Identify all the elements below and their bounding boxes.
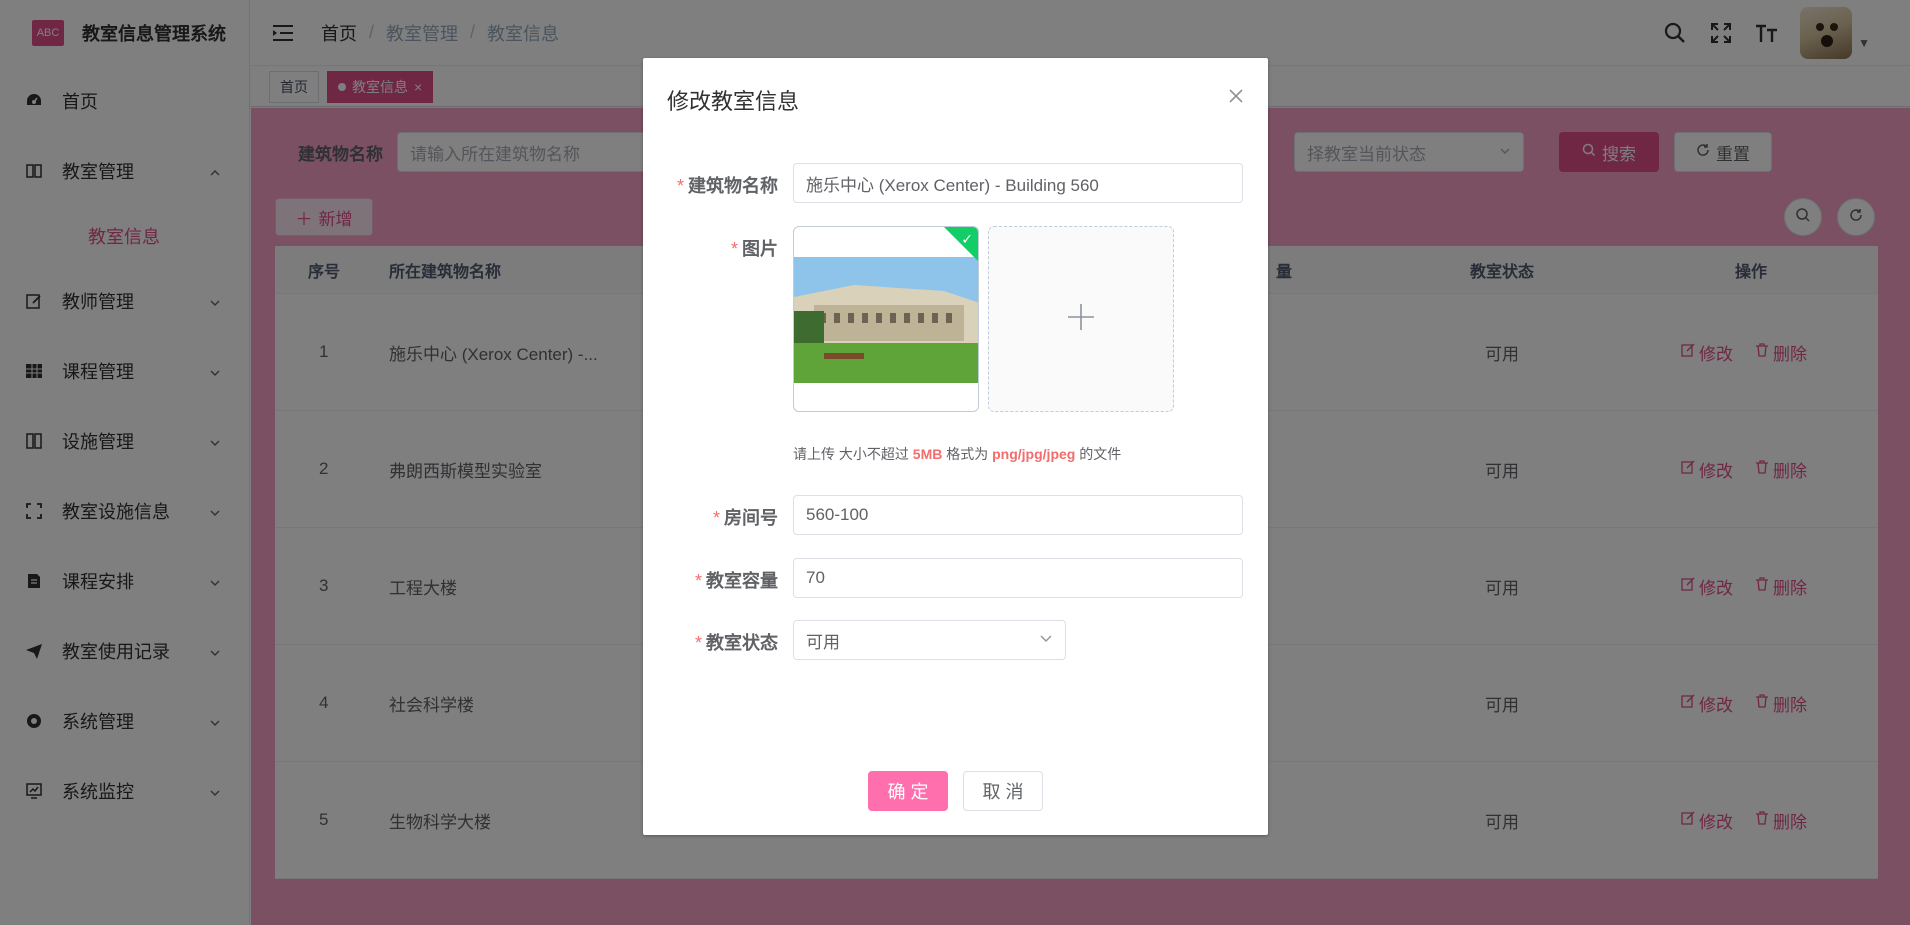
required-mark: * <box>712 508 720 528</box>
upload-tip: 请上传 大小不超过 5MB 格式为 png/jpg/jpeg 的文件 <box>793 444 1121 464</box>
building-photo <box>794 257 978 383</box>
image-label: 图片 <box>742 239 778 259</box>
form-label: * 房间号 <box>713 504 778 530</box>
upload-tip-suffix: 的文件 <box>1075 446 1122 462</box>
building-input[interactable]: 施乐中心 (Xerox Center) - Building 560 <box>793 163 1243 203</box>
form-label: * 建筑物名称 <box>677 172 778 198</box>
check-icon: ✓ <box>961 231 973 247</box>
status-select[interactable]: 可用 <box>793 620 1066 660</box>
required-mark: * <box>676 176 684 196</box>
confirm-button[interactable]: 确 定 <box>868 771 948 811</box>
room-number-input[interactable]: 560-100 <box>793 495 1243 535</box>
form-label: * 图片 <box>731 235 778 261</box>
upload-tip-prefix: 请上传 大小不超过 <box>793 446 913 462</box>
upload-add-button[interactable] <box>988 226 1174 412</box>
upload-tip-formats: png/jpg/jpeg <box>992 446 1076 462</box>
close-icon[interactable] <box>1226 86 1246 106</box>
status-value: 可用 <box>806 632 840 652</box>
capacity-label: 教室容量 <box>706 571 778 591</box>
dialog-title: 修改教室信息 <box>667 89 800 114</box>
upload-tip-mid: 格式为 <box>942 446 993 462</box>
form-label: * 教室容量 <box>695 567 778 593</box>
required-mark: * <box>694 633 702 653</box>
required-mark: * <box>694 571 702 591</box>
edit-classroom-dialog: 修改教室信息 * 建筑物名称 施乐中心 (Xerox Center) - Buil… <box>643 58 1268 835</box>
status-label: 教室状态 <box>706 633 778 653</box>
form-label: * 教室状态 <box>695 629 778 655</box>
building-label: 建筑物名称 <box>688 176 778 196</box>
uploaded-image-thumbnail[interactable]: ✓ <box>793 226 979 412</box>
required-mark: * <box>730 239 738 259</box>
plus-icon <box>1066 302 1096 337</box>
cancel-button[interactable]: 取 消 <box>963 771 1043 811</box>
room-label: 房间号 <box>724 508 778 528</box>
chevron-down-icon <box>1039 630 1053 650</box>
capacity-input[interactable]: 70 <box>793 558 1243 598</box>
upload-tip-size: 5MB <box>912 446 943 462</box>
